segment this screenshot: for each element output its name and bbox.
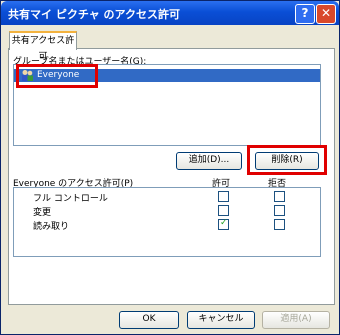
apply-button[interactable]: 適用(A)	[262, 311, 330, 329]
permission-full-control: フル コントロール	[33, 194, 108, 204]
help-icon[interactable]: ?	[295, 4, 315, 24]
deny-full-control-checkbox[interactable]	[274, 191, 285, 202]
add-button[interactable]: 追加(D)...	[176, 152, 242, 170]
permission-read: 読み取り	[33, 222, 70, 232]
cancel-button[interactable]: キャンセル	[187, 311, 255, 329]
highlight-frame-remove	[247, 145, 327, 175]
check-icon: ✓	[220, 218, 228, 228]
allow-full-control-checkbox[interactable]	[218, 191, 229, 202]
deny-read-checkbox[interactable]	[274, 219, 285, 230]
permissions-dialog: 共有マイ ピクチャ のアクセス許可 ? ✕ 共有アクセス許可 グループ名またはユ…	[0, 0, 340, 335]
allow-change-checkbox[interactable]	[218, 205, 229, 216]
close-icon[interactable]: ✕	[316, 4, 336, 24]
window-title: 共有マイ ピクチャ のアクセス許可	[8, 8, 180, 21]
allow-read-checkbox[interactable]: ✓	[218, 218, 229, 230]
deny-change-checkbox[interactable]	[274, 205, 285, 216]
ok-button[interactable]: OK	[119, 311, 179, 329]
highlight-frame-everyone	[16, 64, 98, 88]
title-bar: 共有マイ ピクチャ のアクセス許可 ? ✕	[1, 1, 339, 25]
tab-share-permissions[interactable]: 共有アクセス許可	[9, 31, 77, 62]
permission-change: 変更	[33, 208, 52, 218]
